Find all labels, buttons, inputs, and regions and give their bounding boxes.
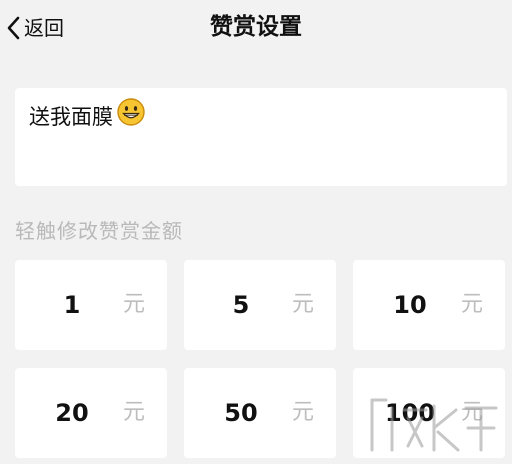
amount-unit: 元: [123, 292, 146, 317]
message-text: 送我面膜: [29, 104, 113, 129]
amount-unit: 元: [292, 400, 315, 425]
amount-option-20[interactable]: 20 元: [15, 368, 167, 458]
site-watermark-logo: [364, 388, 504, 458]
amount-value: 20: [55, 399, 89, 427]
amount-hint: 轻触修改赞赏金额: [15, 219, 183, 243]
amount-option-10[interactable]: 10 元: [353, 260, 505, 350]
amount-option-5[interactable]: 5 元: [184, 260, 336, 350]
watermark-logo-icon: [370, 398, 498, 452]
message-content: 送我面膜: [29, 98, 493, 135]
grinning-face-emoji-icon: [117, 98, 145, 135]
amount-value: 10: [393, 291, 427, 319]
amount-value: 1: [63, 291, 81, 319]
amount-value: 50: [224, 399, 258, 427]
amount-option-1[interactable]: 1 元: [15, 260, 167, 350]
amount-unit: 元: [123, 400, 146, 425]
amount-value: 5: [232, 291, 250, 319]
message-input[interactable]: 送我面膜: [15, 88, 507, 186]
amount-option-50[interactable]: 50 元: [184, 368, 336, 458]
page-title: 赞赏设置: [210, 14, 302, 40]
amount-unit: 元: [461, 292, 484, 317]
nav-header: 返回 赞赏设置: [0, 0, 512, 56]
amount-unit: 元: [292, 292, 315, 317]
